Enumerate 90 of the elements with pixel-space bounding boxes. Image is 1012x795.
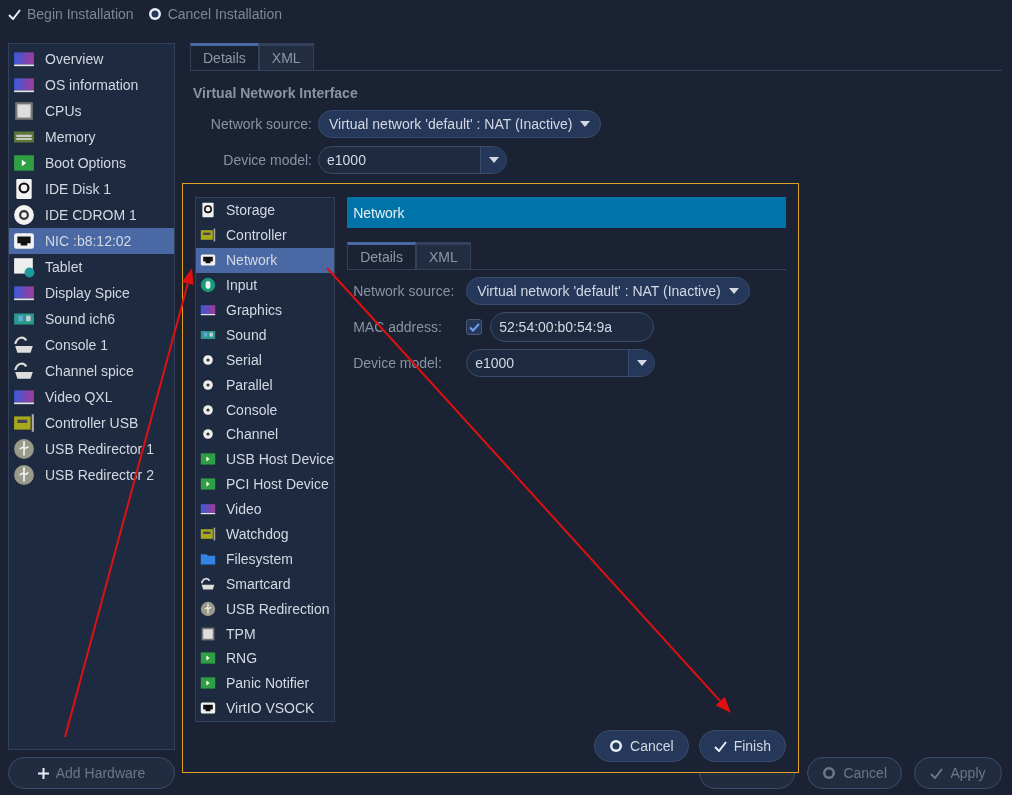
stop-icon <box>822 766 837 780</box>
caret-icon <box>580 121 591 127</box>
list-item[interactable]: NIC :b8:12:02 <box>9 228 174 254</box>
list-item[interactable]: Video QXL <box>9 384 174 410</box>
check-icon <box>930 767 944 779</box>
card-icon <box>13 412 35 434</box>
combo-box[interactable]: e1000 <box>318 146 507 174</box>
play-icon <box>13 152 35 174</box>
list-item[interactable]: Channel <box>196 422 335 447</box>
cable-icon <box>13 334 35 356</box>
list-item[interactable]: Overview <box>9 46 174 72</box>
toolbar-button[interactable]: Begin Installation <box>8 6 134 22</box>
play-icon <box>200 650 216 667</box>
input-field[interactable]: 52:54:00:b0:54:9a <box>490 312 655 342</box>
tab[interactable]: Details <box>347 242 416 269</box>
field-label: Device model: <box>222 152 312 168</box>
list-item[interactable]: USB Host Device <box>196 446 335 472</box>
card-icon <box>200 227 216 244</box>
list-item[interactable]: Display Spice <box>9 280 174 306</box>
network-port-icon <box>200 252 216 269</box>
stop-icon <box>147 7 162 21</box>
usb-icon <box>13 438 35 460</box>
list-item[interactable]: IDE Disk 1 <box>9 176 174 202</box>
dialog-button[interactable]: Finish <box>698 730 786 762</box>
list-item[interactable]: Memory <box>9 124 174 150</box>
play-icon <box>200 476 216 493</box>
list-item[interactable]: Console <box>196 397 335 422</box>
list-item[interactable]: TPM <box>196 621 335 647</box>
list-item[interactable]: Parallel <box>196 372 335 398</box>
usb-icon <box>200 600 216 617</box>
caret-icon <box>636 360 647 366</box>
cable-icon <box>13 360 35 382</box>
list-item[interactable]: Input <box>196 272 335 298</box>
section-title: Virtual Network Interface <box>193 85 359 101</box>
caret-icon <box>728 288 739 294</box>
list-item[interactable]: PCI Host Device <box>196 471 335 497</box>
list-item[interactable]: USB Redirector 1 <box>9 436 174 462</box>
check-icon <box>8 8 21 20</box>
plus-icon <box>37 767 49 779</box>
mouse-icon <box>200 277 216 294</box>
panel-header: Network <box>347 197 786 228</box>
list-item[interactable]: Boot Options <box>9 150 174 176</box>
caret-icon <box>488 157 499 163</box>
tab[interactable]: XML <box>258 43 314 70</box>
dropdown[interactable]: Virtual network 'default' : NAT (Inactive) <box>318 110 602 138</box>
play-icon <box>200 675 216 692</box>
stop-icon <box>609 739 624 753</box>
list-item[interactable]: Console 1 <box>9 332 174 358</box>
checkbox[interactable] <box>466 319 483 335</box>
dialog-button[interactable]: Cancel <box>594 730 689 762</box>
network-port-icon <box>13 230 35 252</box>
field-label: Network source: <box>353 283 456 299</box>
tablet-icon <box>13 256 35 278</box>
list-item[interactable]: Smartcard <box>196 571 335 597</box>
list-item[interactable]: Sound <box>196 322 335 348</box>
usb-icon <box>13 464 35 486</box>
tab[interactable]: Details <box>190 43 259 70</box>
list-item[interactable]: Controller USB <box>9 410 174 436</box>
network-port-icon <box>200 700 216 717</box>
card-icon <box>200 526 216 542</box>
chip-icon <box>200 625 216 642</box>
list-item[interactable]: Watchdog <box>196 521 335 547</box>
chip-icon <box>13 100 35 122</box>
list-item[interactable]: Channel spice <box>9 358 174 384</box>
monitor-icon <box>200 302 216 318</box>
disc-icon <box>13 204 35 226</box>
list-item[interactable]: CPUs <box>9 98 174 124</box>
list-item[interactable]: OS information <box>9 72 174 98</box>
tab[interactable]: XML <box>415 242 471 269</box>
list-item[interactable]: Sound ich6 <box>9 306 174 332</box>
list-item[interactable]: Graphics <box>196 297 335 323</box>
list-item[interactable]: Serial <box>196 347 335 373</box>
list-item[interactable]: USB Redirection <box>196 596 335 622</box>
list-item[interactable]: Tablet <box>9 254 174 280</box>
check-icon <box>713 740 727 752</box>
list-item[interactable]: Controller <box>196 222 335 248</box>
toolbar-button[interactable]: Cancel Installation <box>147 6 283 22</box>
cable-icon <box>200 575 216 592</box>
list-item[interactable]: Storage <box>196 198 335 223</box>
play-icon <box>200 451 216 468</box>
list-item[interactable]: Network <box>196 247 335 273</box>
list-item[interactable]: RNG <box>196 646 335 671</box>
list-item[interactable]: VirtIO VSOCK <box>196 695 335 721</box>
combo-box[interactable]: e1000 <box>466 349 656 377</box>
list-item[interactable]: Panic Notifier <box>196 670 335 696</box>
list-item[interactable]: Filesystem <box>196 546 335 572</box>
dropdown[interactable]: Virtual network 'default' : NAT (Inactive) <box>466 277 750 305</box>
list-item[interactable]: IDE CDROM 1 <box>9 202 174 228</box>
field-label: Network source: <box>209 116 312 132</box>
list-item[interactable]: Video <box>196 496 335 522</box>
